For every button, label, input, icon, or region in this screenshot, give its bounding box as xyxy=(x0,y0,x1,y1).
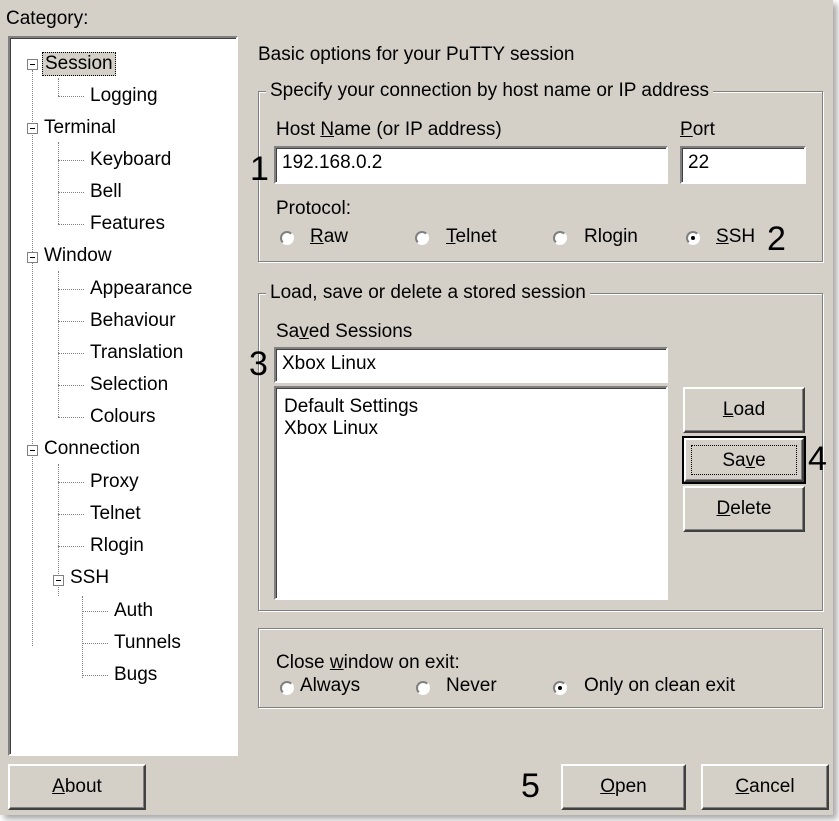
port-value: 22 xyxy=(688,152,710,173)
tree-line xyxy=(82,611,108,612)
collapse-icon[interactable] xyxy=(53,575,64,586)
tree-item-features[interactable]: Features xyxy=(88,213,167,235)
step-number-2: 2 xyxy=(767,220,786,258)
save-button[interactable]: Save xyxy=(682,436,806,484)
protocol-rlogin-radio[interactable] xyxy=(553,231,567,245)
saved-sessions-list[interactable]: Default Settings Xbox Linux xyxy=(274,386,668,600)
tree-line xyxy=(58,96,84,97)
tree-item-colours[interactable]: Colours xyxy=(88,406,157,428)
tree-line xyxy=(58,546,84,547)
protocol-ssh-label: SSH xyxy=(716,226,756,247)
tree-item-bugs[interactable]: Bugs xyxy=(112,664,159,686)
step-number-5: 5 xyxy=(521,767,540,805)
tree-item-logging[interactable]: Logging xyxy=(88,85,160,107)
tree-item-ssh[interactable]: SSH xyxy=(68,567,111,589)
collapse-icon[interactable] xyxy=(27,445,38,456)
category-label: Category: xyxy=(6,8,89,29)
protocol-label: Protocol: xyxy=(276,198,351,219)
close-never-label: Never xyxy=(446,675,497,696)
tree-line xyxy=(32,70,33,646)
tree-line xyxy=(58,271,59,417)
tree-line xyxy=(58,482,84,483)
connection-group-legend: Specify your connection by host name or … xyxy=(266,80,714,102)
tree-item-bell[interactable]: Bell xyxy=(88,181,124,203)
focus-rectangle xyxy=(691,445,797,475)
tree-item-terminal[interactable]: Terminal xyxy=(42,117,118,139)
putty-configuration-window: Category: Session Logging Terminal Keybo… xyxy=(0,0,833,815)
protocol-ssh-radio[interactable] xyxy=(686,231,700,245)
close-always-radio[interactable] xyxy=(280,681,294,695)
load-button[interactable]: Load xyxy=(683,387,805,433)
collapse-icon[interactable] xyxy=(27,123,38,134)
close-clean-exit-radio[interactable] xyxy=(553,681,567,695)
cancel-button[interactable]: Cancel xyxy=(701,764,829,810)
saved-session-name-value: Xbox Linux xyxy=(282,353,377,374)
collapse-icon[interactable] xyxy=(27,252,38,263)
host-name-input[interactable]: 192.168.0.2 xyxy=(274,146,668,184)
port-input[interactable]: 22 xyxy=(680,146,806,184)
close-window-label: Close window on exit: xyxy=(276,652,460,673)
category-tree[interactable]: Session Logging Terminal Keyboard Bell F… xyxy=(8,36,238,756)
tree-line xyxy=(58,78,59,96)
radio-selected-dot xyxy=(691,236,695,240)
collapse-icon[interactable] xyxy=(27,59,38,70)
close-clean-exit-label: Only on clean exit xyxy=(584,675,736,696)
tree-line xyxy=(82,675,108,676)
about-button[interactable]: About xyxy=(8,764,146,810)
delete-button-label: Delete xyxy=(716,498,772,519)
list-item[interactable]: Xbox Linux xyxy=(284,418,378,440)
tree-item-proxy[interactable]: Proxy xyxy=(88,471,141,493)
tree-line xyxy=(58,514,84,515)
tree-item-selection[interactable]: Selection xyxy=(88,374,170,396)
load-button-label: Load xyxy=(722,399,766,420)
tree-item-keyboard[interactable]: Keyboard xyxy=(88,149,173,171)
protocol-rlogin-label: Rlogin xyxy=(584,226,638,247)
port-label: Port xyxy=(680,119,715,140)
close-never-radio[interactable] xyxy=(416,681,430,695)
protocol-telnet-label: Telnet xyxy=(446,226,497,247)
tree-line xyxy=(58,417,84,418)
tree-item-translation[interactable]: Translation xyxy=(88,342,185,364)
tree-item-connection[interactable]: Connection xyxy=(42,438,142,460)
tree-item-rlogin[interactable]: Rlogin xyxy=(88,535,146,557)
about-button-label: About xyxy=(52,776,102,797)
radio-selected-dot xyxy=(558,686,562,690)
tree-line xyxy=(58,289,84,290)
step-number-4: 4 xyxy=(808,440,827,478)
saved-sessions-label: Saved Sessions xyxy=(276,321,413,342)
protocol-raw-label: Raw xyxy=(310,226,349,247)
delete-button[interactable]: Delete xyxy=(683,486,805,532)
saved-session-name-input[interactable]: Xbox Linux xyxy=(274,347,668,383)
cancel-button-label: Cancel xyxy=(735,776,795,797)
tree-line xyxy=(58,224,84,225)
tree-line xyxy=(82,643,108,644)
tree-item-session[interactable]: Session xyxy=(42,52,116,76)
step-number-1: 1 xyxy=(250,150,269,188)
tree-line xyxy=(82,596,83,678)
host-name-value: 192.168.0.2 xyxy=(282,152,383,173)
open-button[interactable]: Open xyxy=(561,764,686,810)
open-button-label: Open xyxy=(600,776,647,797)
protocol-raw-radio[interactable] xyxy=(280,231,294,245)
step-number-3: 3 xyxy=(249,345,268,383)
session-group-legend: Load, save or delete a stored session xyxy=(266,282,590,304)
tree-item-appearance[interactable]: Appearance xyxy=(88,278,194,300)
tree-item-tunnels[interactable]: Tunnels xyxy=(112,632,183,654)
list-item[interactable]: Default Settings xyxy=(284,396,418,418)
tree-line xyxy=(58,160,84,161)
tree-line xyxy=(58,353,84,354)
tree-line xyxy=(58,385,84,386)
tree-item-telnet[interactable]: Telnet xyxy=(88,503,143,525)
tree-line xyxy=(58,192,84,193)
tree-line xyxy=(58,142,59,224)
tree-line xyxy=(58,321,84,322)
tree-item-window[interactable]: Window xyxy=(42,245,114,267)
protocol-telnet-radio[interactable] xyxy=(415,231,429,245)
close-always-label: Always xyxy=(300,675,361,696)
host-name-label: Host Name (or IP address) xyxy=(276,119,502,140)
panel-title: Basic options for your PuTTY session xyxy=(258,44,575,65)
tree-item-auth[interactable]: Auth xyxy=(112,600,155,622)
tree-item-behaviour[interactable]: Behaviour xyxy=(88,310,178,332)
